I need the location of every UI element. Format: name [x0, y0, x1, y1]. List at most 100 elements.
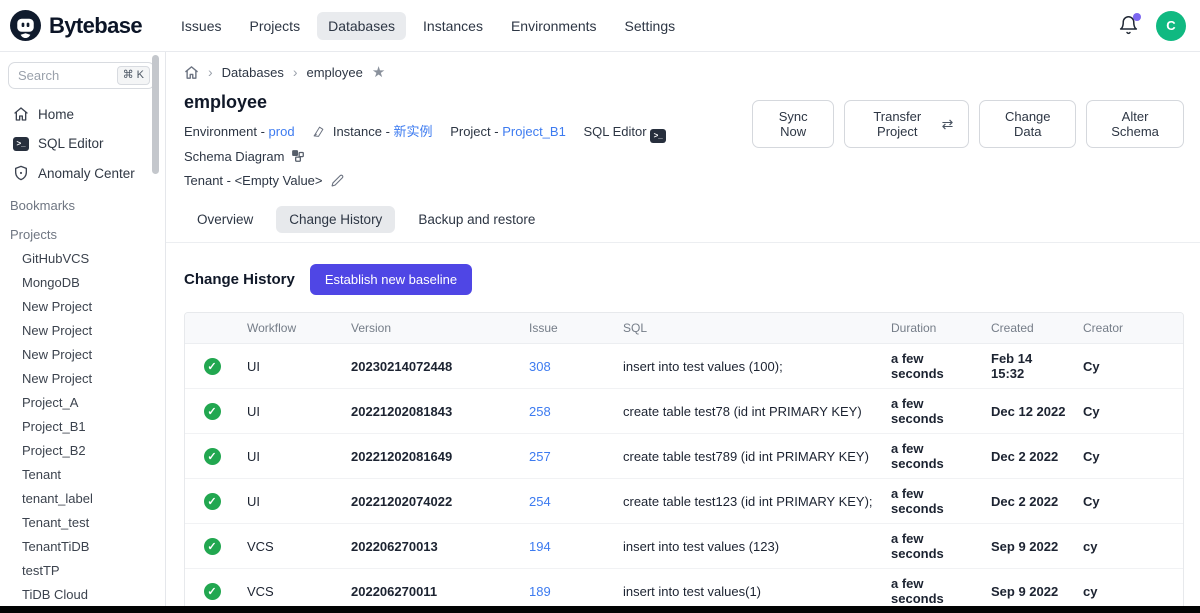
column-header-status [185, 313, 239, 344]
cell-created: Dec 12 2022 [983, 389, 1075, 434]
column-header-created: Created [983, 313, 1075, 344]
sidebar-project-item[interactable]: Project_A [18, 390, 165, 414]
nav-item-environments[interactable]: Environments [500, 12, 608, 40]
cell-sql: insert into test values (100); [615, 344, 883, 389]
change-data-button[interactable]: Change Data [979, 100, 1076, 148]
sync-now-button[interactable]: Sync Now [752, 100, 833, 148]
nav-item-settings[interactable]: Settings [614, 12, 687, 40]
sidebar-section-projects: Projects [0, 217, 165, 246]
cell-issue: 254 [521, 479, 615, 524]
cell-issue: 258 [521, 389, 615, 434]
sidebar-project-item[interactable]: Tenant_test [18, 510, 165, 534]
bookmark-star-icon[interactable]: ★ [372, 65, 385, 80]
search-box: ⌘ K [8, 62, 155, 89]
tab-change-history[interactable]: Change History [276, 206, 395, 233]
sidebar-item-anomaly-center[interactable]: Anomaly Center [0, 158, 165, 188]
search-shortcut-badge: ⌘ K [117, 66, 150, 85]
notifications-button[interactable] [1118, 15, 1140, 37]
sidebar-item-sql-editor[interactable]: >_ SQL Editor [0, 129, 165, 158]
instance-engine-icon [312, 125, 325, 138]
issue-link[interactable]: 257 [529, 449, 551, 464]
sidebar-project-item[interactable]: TenantTiDB [18, 534, 165, 558]
cell-created: Sep 9 2022 [983, 524, 1075, 569]
transfer-project-button[interactable]: Transfer Project⇄ [844, 100, 970, 148]
instance-link[interactable]: 新实例 [394, 124, 433, 139]
shield-icon [13, 165, 29, 181]
nav-item-projects[interactable]: Projects [239, 12, 312, 40]
cell-sql: create table test789 (id int PRIMARY KEY… [615, 434, 883, 479]
schema-diagram-label: Schema Diagram [184, 149, 284, 164]
schema-diagram-icon [291, 149, 305, 163]
breadcrumb-employee[interactable]: employee [307, 65, 363, 80]
status-done-check-icon: ✓ [204, 538, 221, 555]
cell-duration: a few seconds [883, 434, 983, 479]
cell-workflow: UI [239, 344, 343, 389]
cell-issue: 257 [521, 434, 615, 479]
sidebar-project-item[interactable]: Tenant [18, 462, 165, 486]
bottom-edge-bar [0, 606, 1200, 613]
page-header: employee Environment - prod In [184, 92, 1184, 194]
sidebar-project-item[interactable]: New Project [18, 366, 165, 390]
sidebar-project-item[interactable]: tenant_label [18, 486, 165, 510]
sidebar-project-item[interactable]: Project_B1 [18, 414, 165, 438]
issue-link[interactable]: 258 [529, 404, 551, 419]
project-label: Project - [450, 124, 498, 139]
tenant-label: Tenant - <Empty Value> [184, 173, 323, 188]
cell-creator: Cy [1075, 479, 1183, 524]
edit-pencil-icon[interactable] [331, 174, 344, 187]
column-header-duration: Duration [883, 313, 983, 344]
meta-line-1: Environment - prod Instance - 新实例 [184, 120, 752, 169]
breadcrumb-databases[interactable]: Databases [222, 65, 284, 80]
sidebar-item-label: SQL Editor [38, 136, 104, 151]
tab-overview[interactable]: Overview [184, 206, 266, 233]
cell-created: Dec 2 2022 [983, 434, 1075, 479]
nav-item-databases[interactable]: Databases [317, 12, 406, 40]
sidebar-item-home[interactable]: Home [0, 99, 165, 129]
navbar-right: C [1118, 11, 1186, 41]
cell-version: 20221202081843 [343, 389, 521, 434]
sidebar: ⌘ K Home >_ SQL Editor Anomaly Center Bo… [0, 52, 166, 606]
column-header-issue: Issue [521, 313, 615, 344]
cell-creator: Cy [1075, 389, 1183, 434]
sidebar-project-item[interactable]: New Project [18, 318, 165, 342]
sidebar-item-label: Home [38, 107, 74, 122]
sidebar-project-item[interactable]: New Project [18, 294, 165, 318]
sidebar-project-item[interactable]: Project_B2 [18, 438, 165, 462]
cell-issue: 308 [521, 344, 615, 389]
page-actions: Sync NowTransfer Project⇄Change DataAlte… [752, 100, 1184, 148]
project-list: GitHubVCSMongoDBNew ProjectNew ProjectNe… [0, 246, 165, 606]
sql-editor-shortcut[interactable]: SQL Editor >_ [583, 124, 666, 139]
main-nav: IssuesProjectsDatabasesInstancesEnvironm… [170, 12, 686, 40]
project-link[interactable]: Project_B1 [502, 124, 566, 139]
breadcrumb: › Databases › employee ★ [184, 64, 1184, 80]
nav-item-issues[interactable]: Issues [170, 12, 232, 40]
page-header-left: employee Environment - prod In [184, 92, 752, 194]
change-history-table: WorkflowVersionIssueSQLDurationCreatedCr… [184, 312, 1184, 613]
sidebar-project-item[interactable]: MongoDB [18, 270, 165, 294]
home-breadcrumb-icon[interactable] [184, 65, 199, 80]
issue-link[interactable]: 308 [529, 359, 551, 374]
database-meta: Environment - prod Instance - 新实例 [184, 120, 752, 194]
schema-diagram-shortcut[interactable]: Schema Diagram [184, 149, 305, 164]
sidebar-scrollbar[interactable] [152, 55, 159, 174]
avatar[interactable]: C [1156, 11, 1186, 41]
sidebar-project-item[interactable]: testTP [18, 558, 165, 582]
issue-link[interactable]: 254 [529, 494, 551, 509]
page-title: employee [184, 92, 752, 113]
sidebar-project-item[interactable]: TiDB Cloud [18, 582, 165, 606]
nav-item-instances[interactable]: Instances [412, 12, 494, 40]
establish-baseline-button[interactable]: Establish new baseline [310, 264, 472, 295]
alter-schema-button[interactable]: Alter Schema [1086, 100, 1184, 148]
bytebase-logo-icon [10, 10, 41, 41]
cell-issue: 194 [521, 524, 615, 569]
environment-link[interactable]: prod [269, 124, 295, 139]
cell-version: 20221202074022 [343, 479, 521, 524]
sidebar-project-item[interactable]: New Project [18, 342, 165, 366]
tabs-divider [166, 242, 1200, 243]
issue-link[interactable]: 194 [529, 539, 551, 554]
brand[interactable]: Bytebase [10, 10, 142, 41]
tab-backup-and-restore[interactable]: Backup and restore [405, 206, 548, 233]
issue-link[interactable]: 189 [529, 584, 551, 599]
cell-workflow: UI [239, 479, 343, 524]
sidebar-project-item[interactable]: GitHubVCS [18, 246, 165, 270]
